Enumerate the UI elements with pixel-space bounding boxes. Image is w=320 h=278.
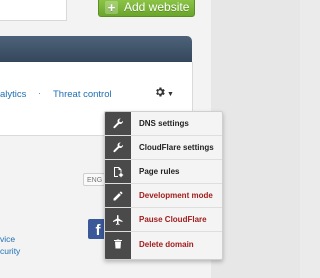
menu-item-label: Page rules: [139, 167, 180, 176]
wrench-icon: [105, 136, 131, 160]
settings-dropdown-menu: DNS settings CloudFlare settings Page ru…: [104, 111, 223, 260]
gear-icon: [154, 85, 166, 103]
wrench-icon: [105, 112, 131, 136]
pencil-icon: [105, 184, 131, 208]
domain-header-bar: [0, 36, 192, 62]
analytics-link[interactable]: alytics: [0, 89, 26, 100]
menu-item-label: DNS settings: [139, 119, 189, 128]
right-sidebar-background: [211, 0, 300, 278]
nav-separator: ·: [38, 88, 41, 98]
top-card-fragment: [0, 0, 67, 21]
menu-item-pause-cloudflare[interactable]: Pause CloudFlare: [105, 208, 222, 232]
facebook-letter: f: [95, 222, 101, 239]
menu-item-label: CloudFlare settings: [139, 143, 214, 152]
menu-item-label: Development mode: [139, 191, 213, 200]
chevron-down-icon: ▼: [167, 90, 174, 98]
menu-item-label: Pause CloudFlare: [139, 215, 207, 224]
add-website-label: Add website: [124, 0, 190, 14]
footer-link-security[interactable]: curity: [0, 246, 20, 256]
menu-item-label: Delete domain: [139, 239, 194, 249]
trash-icon: [105, 232, 131, 256]
plus-icon: +: [105, 0, 118, 14]
settings-dropdown-toggle[interactable]: ▼: [154, 87, 174, 101]
menu-item-development-mode[interactable]: Development mode: [105, 184, 222, 208]
menu-item-cloudflare-settings[interactable]: CloudFlare settings: [105, 136, 222, 160]
language-button[interactable]: ENG: [83, 173, 105, 186]
threat-control-link[interactable]: Threat control: [53, 89, 112, 100]
menu-item-delete-domain[interactable]: Delete domain: [105, 232, 222, 256]
menu-item-page-rules[interactable]: Page rules: [105, 160, 222, 184]
add-website-button[interactable]: + Add website: [98, 0, 195, 17]
page-gear-icon: [105, 160, 131, 184]
page: + Add website alytics · Threat control ▼…: [0, 0, 300, 278]
plane-icon: [105, 208, 131, 232]
menu-item-dns-settings[interactable]: DNS settings: [105, 112, 222, 136]
footer-link-service[interactable]: vice: [0, 234, 15, 244]
